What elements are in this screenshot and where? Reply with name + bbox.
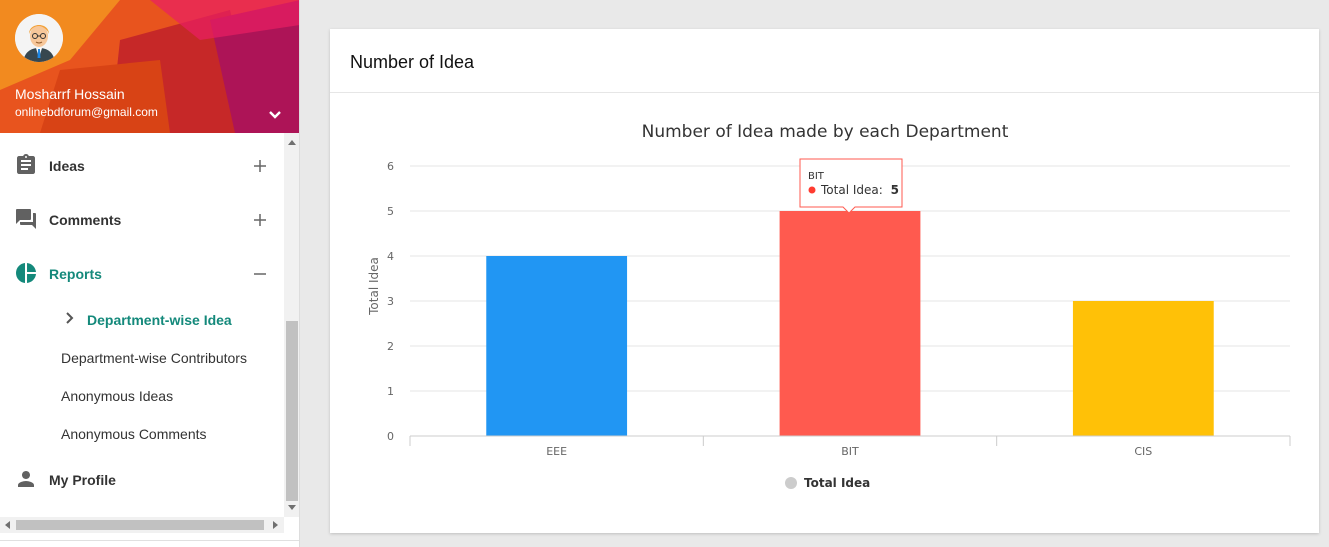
scrollbar-thumb[interactable]	[16, 520, 264, 530]
x-tick-label: BIT	[841, 445, 859, 458]
sidebar-vertical-scrollbar[interactable]	[284, 133, 299, 517]
user-header: Mosharrf Hossain onlinebdforum@gmail.com	[0, 0, 299, 133]
scrollbar-thumb[interactable]	[286, 321, 298, 501]
clipboard-icon	[17, 154, 35, 174]
sidebar-item-label: Reports	[49, 266, 102, 282]
sidebar-subitem-label: Department-wise Idea	[87, 312, 232, 328]
divider	[0, 540, 299, 541]
chart-legend[interactable]: Total Idea	[785, 476, 870, 490]
sidebar-subitem-label: Anonymous Ideas	[61, 388, 174, 404]
y-tick-label: 1	[387, 385, 394, 398]
sidebar-subitem-label: Anonymous Comments	[61, 426, 207, 442]
y-tick-label: 4	[387, 250, 394, 263]
sidebar-item-label: Ideas	[49, 158, 85, 174]
tooltip-value: 5	[891, 183, 899, 197]
y-axis-ticks: 0 1 2 3 4 5 6	[387, 160, 394, 443]
tooltip-marker	[808, 186, 816, 194]
sidebar-menu: Ideas Comments Reports Department-wise I…	[0, 133, 284, 517]
legend-marker	[785, 477, 797, 489]
x-axis-ticks: EEE BIT CIS	[546, 445, 1152, 458]
sidebar-subitem-department-wise-idea[interactable]: Department-wise Idea	[0, 303, 284, 337]
chevron-down-icon[interactable]	[266, 106, 284, 124]
sidebar-item-comments[interactable]: Comments	[0, 194, 284, 244]
bar-cis[interactable]	[1072, 301, 1214, 436]
tooltip-category: BIT	[808, 171, 825, 182]
forum-icon	[16, 209, 36, 229]
expand-plus-icon[interactable]	[252, 158, 268, 174]
sidebar-horizontal-scrollbar[interactable]	[0, 517, 284, 533]
scroll-left-arrow-icon[interactable]	[4, 521, 10, 529]
chart-title: Number of Idea made by each Department	[642, 122, 1009, 142]
bar-bit[interactable]	[779, 211, 921, 436]
user-name: Mosharrf Hossain	[15, 86, 125, 102]
bar-eee[interactable]	[486, 256, 628, 436]
chart-bars	[486, 211, 1214, 436]
chart-tooltip: BIT Total Idea: 5	[799, 158, 903, 214]
sidebar-subitem-label: Department-wise Contributors	[61, 350, 247, 366]
sidebar-subitem-department-wise-contributors[interactable]: Department-wise Contributors	[0, 341, 284, 375]
report-card: Number of Idea Number of Idea made by ea…	[330, 29, 1319, 533]
tooltip-series-label: Total Idea:	[820, 183, 883, 197]
user-email: onlinebdforum@gmail.com	[15, 105, 158, 119]
y-tick-label: 0	[387, 430, 394, 443]
x-tick-label: CIS	[1134, 445, 1152, 458]
sidebar-item-reports[interactable]: Reports	[0, 248, 284, 298]
sidebar-item-ideas[interactable]: Ideas	[0, 140, 284, 190]
y-tick-label: 5	[387, 205, 394, 218]
collapse-minus-icon[interactable]	[252, 266, 268, 282]
sidebar-item-label: My Profile	[49, 472, 116, 488]
x-tick-label: EEE	[546, 445, 567, 458]
scroll-right-arrow-icon[interactable]	[273, 521, 279, 529]
y-tick-label: 2	[387, 340, 394, 353]
sidebar-subitem-anonymous-comments[interactable]: Anonymous Comments	[0, 417, 284, 451]
expand-plus-icon[interactable]	[252, 212, 268, 228]
y-tick-label: 3	[387, 295, 394, 308]
sidebar: Mosharrf Hossain onlinebdforum@gmail.com…	[0, 0, 300, 547]
legend-label: Total Idea	[804, 476, 870, 490]
sidebar-subitem-anonymous-ideas[interactable]: Anonymous Ideas	[0, 379, 284, 413]
avatar[interactable]	[15, 14, 63, 62]
person-icon	[18, 471, 34, 487]
scroll-up-arrow-icon[interactable]	[288, 139, 296, 145]
sidebar-item-label: Comments	[49, 212, 122, 228]
y-axis-label: Total Idea	[367, 257, 381, 316]
scroll-down-arrow-icon[interactable]	[288, 505, 296, 511]
y-tick-label: 6	[387, 160, 394, 173]
chevron-right-icon	[66, 312, 74, 324]
bar-chart: Number of Idea made by each Department 0…	[367, 122, 1291, 490]
sidebar-item-my-profile[interactable]: My Profile	[0, 454, 284, 504]
pie-chart-icon	[16, 263, 36, 283]
